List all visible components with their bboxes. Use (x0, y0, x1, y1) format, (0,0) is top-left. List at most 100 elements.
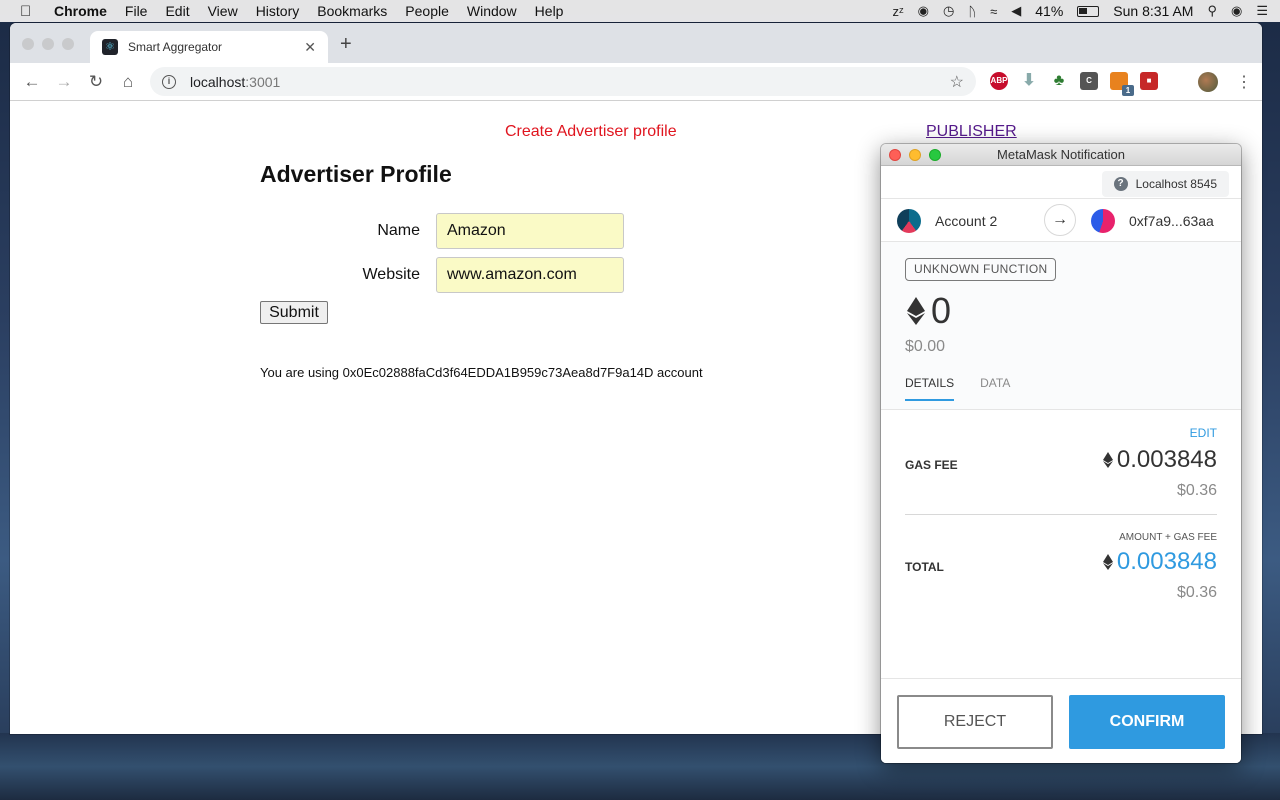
amount-eth-value: 0 (931, 290, 952, 331)
react-favicon-icon: ⚛ (102, 39, 118, 55)
tab-data[interactable]: DATA (980, 376, 1010, 401)
website-label: Website (362, 266, 420, 283)
gas-fee-label: GAS FEE (905, 458, 958, 472)
tab-title: Smart Aggregator (128, 40, 223, 54)
red-extension-icon[interactable]: ■ (1140, 72, 1158, 90)
total-label: TOTAL (905, 560, 944, 574)
popup-footer: REJECT CONFIRM (881, 678, 1241, 763)
menu-app-name[interactable]: Chrome (54, 3, 107, 19)
minimize-window-button[interactable] (42, 38, 54, 50)
metamask-badge: 1 (1122, 85, 1134, 96)
sender-account[interactable]: Account 2 (897, 209, 997, 233)
amount-fiat-value: $0.00 (905, 338, 946, 355)
menubar-status-area: zᶻ ◉ ◷ ᚢ ≈ ◀ 41% Sun 8:31 AM ⚲ ◉ ☰ (892, 0, 1268, 22)
menu-bookmarks[interactable]: Bookmarks (317, 3, 387, 19)
site-info-icon[interactable]: i (162, 74, 176, 89)
details-divider (905, 514, 1217, 515)
time-machine-icon[interactable]: ◷ (943, 3, 954, 19)
url-port: :3001 (245, 73, 281, 90)
gas-fee-eth-value: 0.003848 (1116, 446, 1217, 473)
battery-percent: 41% (1035, 3, 1064, 19)
siri-icon[interactable]: ◉ (1231, 3, 1242, 19)
network-bar: ? Localhost 8545 (881, 166, 1241, 199)
recipient-identicon (1091, 209, 1115, 233)
volume-icon[interactable]: ◀ (1011, 3, 1021, 19)
popup-close-button[interactable] (889, 149, 901, 161)
menu-help[interactable]: Help (535, 3, 564, 19)
chrome-menu-icon[interactable]: ⋮ (1236, 72, 1252, 92)
tab-strip: ⚛ Smart Aggregator ✕ + (10, 23, 1262, 63)
popup-window-controls (889, 149, 941, 161)
apple-menu-icon[interactable]:  (20, 3, 40, 20)
close-tab-icon[interactable]: ✕ (304, 39, 316, 56)
website-field[interactable] (436, 257, 624, 293)
metamask-notification-window: MetaMask Notification ? Localhost 8545 A… (881, 144, 1241, 763)
ethereum-icon (1102, 452, 1113, 468)
download-extension-icon[interactable]: ⬇ (1020, 72, 1038, 90)
address-bar[interactable]: i localhost:3001 ☆ (150, 67, 976, 96)
home-button[interactable]: ⌂ (112, 72, 144, 92)
submit-button[interactable]: Submit (260, 301, 328, 324)
page-title: Advertiser Profile (260, 161, 452, 187)
spotlight-search-icon[interactable]: ⚲ (1207, 3, 1217, 19)
question-icon: ? (1113, 177, 1128, 191)
reject-button[interactable]: REJECT (897, 695, 1053, 749)
extensions-area: ABP ⬇ ♣ C 1 ■ (990, 72, 1158, 96)
menubar-clock[interactable]: Sun 8:31 AM (1113, 3, 1193, 19)
menu-view[interactable]: View (208, 3, 238, 19)
nav-create-advertiser-link[interactable]: Create Advertiser profile (505, 123, 677, 141)
gas-fee-fiat-value: $0.36 (1176, 482, 1217, 499)
popup-title: MetaMask Notification (997, 147, 1125, 162)
total-amount: 0.003848 (1102, 548, 1217, 576)
c-extension-icon[interactable]: C (1080, 72, 1098, 90)
menu-file[interactable]: File (125, 3, 148, 19)
nav-publisher-link[interactable]: PUBLISHER (926, 123, 1017, 141)
transaction-details: EDIT GAS FEE 0.003848 $0.36 AMOUNT + GAS… (881, 410, 1241, 680)
metamask-fox-icon[interactable]: 1 (1110, 72, 1134, 96)
recipient-account[interactable]: 0xf7a9...63aa (1091, 209, 1214, 233)
menu-window[interactable]: Window (467, 3, 517, 19)
popup-minimize-button[interactable] (909, 149, 921, 161)
ethereum-icon (1102, 554, 1113, 570)
tab-smart-aggregator[interactable]: ⚛ Smart Aggregator ✕ (90, 31, 328, 63)
browser-toolbar: ← → ↻ ⌂ i localhost:3001 ☆ ABP ⬇ ♣ C 1 ■… (10, 63, 1262, 101)
edit-gas-link[interactable]: EDIT (1190, 426, 1217, 440)
notification-center-icon[interactable]: ☰ (1256, 3, 1268, 19)
network-selector[interactable]: ? Localhost 8545 (1101, 171, 1229, 197)
forward-button[interactable]: → (48, 72, 80, 92)
sender-identicon (897, 209, 921, 233)
menu-people[interactable]: People (405, 3, 449, 19)
confirm-button[interactable]: CONFIRM (1069, 695, 1225, 749)
menu-edit[interactable]: Edit (165, 3, 189, 19)
new-tab-button[interactable]: + (340, 33, 352, 56)
close-window-button[interactable] (22, 38, 34, 50)
adblock-plus-icon[interactable]: ABP (990, 72, 1008, 90)
tab-details[interactable]: DETAILS (905, 376, 955, 401)
sleep-icon[interactable]: zᶻ (892, 4, 903, 19)
clover-extension-icon[interactable]: ♣ (1050, 72, 1068, 90)
bluetooth-icon[interactable]: ᚢ (968, 4, 976, 19)
bookmark-star-icon[interactable]: ☆ (950, 72, 964, 92)
url-host: localhost (190, 73, 246, 90)
window-controls (22, 38, 74, 50)
menu-history[interactable]: History (256, 3, 300, 19)
zoom-window-button[interactable] (62, 38, 74, 50)
wifi-icon[interactable]: ≈ (990, 4, 997, 19)
website-row: Website (260, 257, 660, 293)
amount-plus-gas-label: AMOUNT + GAS FEE (1119, 532, 1217, 543)
reload-button[interactable]: ↻ (80, 72, 112, 92)
sender-name: Account 2 (935, 213, 998, 229)
extension-status-icon[interactable]: ◉ (918, 3, 929, 19)
back-button[interactable]: ← (16, 72, 48, 92)
name-field[interactable] (436, 213, 624, 249)
popup-zoom-button[interactable] (929, 149, 941, 161)
metamask-titlebar: MetaMask Notification (881, 144, 1241, 166)
total-eth-value: 0.003848 (1116, 548, 1217, 575)
detail-tabs: DETAILS DATA (905, 376, 1010, 401)
profile-avatar[interactable] (1198, 72, 1218, 92)
function-type-badge: UNKNOWN FUNCTION (905, 258, 1057, 281)
name-label: Name (377, 222, 420, 239)
battery-icon[interactable] (1077, 5, 1100, 17)
recipient-address: 0xf7a9...63aa (1129, 213, 1214, 229)
arrow-right-icon: → (1044, 204, 1076, 236)
